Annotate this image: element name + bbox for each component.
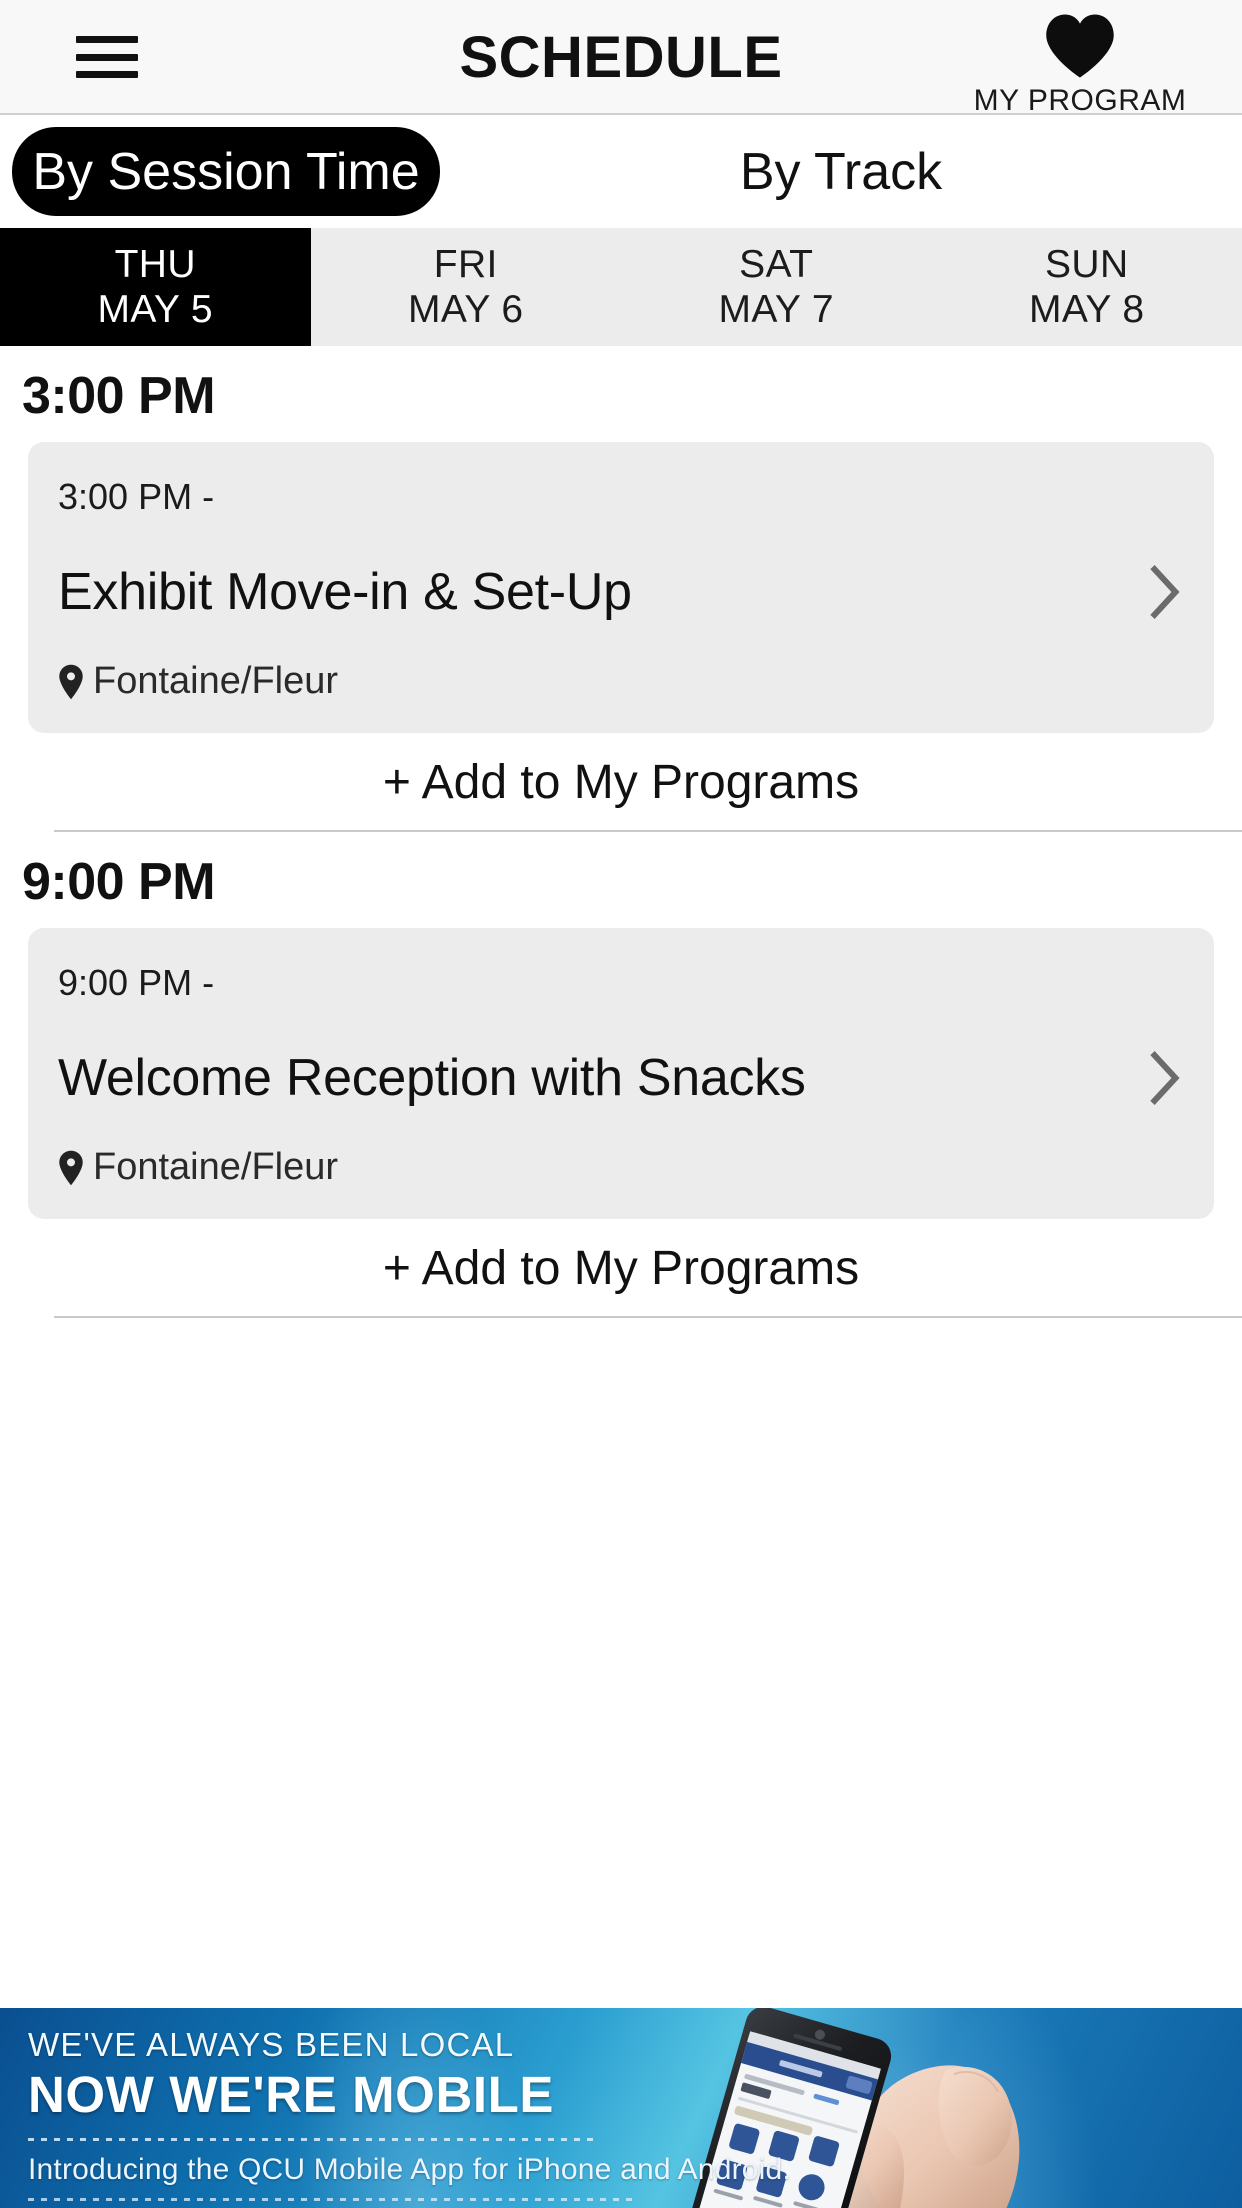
schedule-list: 3:00 PM 3:00 PM - Exhibit Move-in & Set-…: [0, 346, 1242, 1318]
map-pin-icon: [59, 664, 83, 699]
ad-dotted-divider-top: [28, 2138, 598, 2141]
schedule-app-screen: SCHEDULE MY PROGRAM By Session Time By T…: [0, 0, 1242, 2208]
chevron-right-icon: [1150, 1051, 1180, 1105]
session-time-range: 9:00 PM -: [58, 962, 215, 1003]
day-tab-sun-dow: SUN: [1044, 242, 1129, 286]
session-location-row: Fontaine/Fleur: [58, 1146, 1184, 1189]
schedule-group: 9:00 PM 9:00 PM - Welcome Reception with…: [0, 832, 1242, 1318]
day-tab-sat[interactable]: SAT MAY 7: [621, 228, 932, 346]
ad-headline-top: WE'VE ALWAYS BEEN LOCAL: [28, 2026, 515, 2063]
session-card[interactable]: 3:00 PM - Exhibit Move-in & Set-Up Fonta…: [28, 442, 1214, 733]
day-tab-sun-date: MAY 8: [1029, 288, 1145, 331]
add-to-my-programs-label: + Add to My Programs: [382, 756, 860, 809]
session-title-row: Welcome Reception with Snacks: [58, 1048, 1184, 1108]
day-tab-fri-date: MAY 6: [408, 288, 524, 331]
ad-headline-main: NOW WE'RE MOBILE: [28, 2066, 555, 2123]
my-program-button[interactable]: MY PROGRAM: [960, 12, 1200, 118]
day-tab-sat-date: MAY 7: [718, 288, 834, 331]
ad-dotted-divider-bottom: [28, 2198, 638, 2201]
tab-by-session-time[interactable]: By Session Time: [12, 127, 440, 216]
view-toggle-group: By Session Time By Track: [0, 115, 1242, 228]
app-header: SCHEDULE MY PROGRAM: [0, 0, 1242, 118]
ad-banner[interactable]: WE'VE ALWAYS BEEN LOCAL NOW WE'RE MOBILE…: [0, 2008, 1242, 2208]
day-tab-thu[interactable]: THU MAY 5: [0, 228, 311, 346]
day-tab-thu-dow: THU: [114, 242, 196, 286]
day-tab-fri-dow: FRI: [433, 242, 498, 286]
add-to-my-programs-label: + Add to My Programs: [382, 1242, 860, 1295]
ad-text-block: WE'VE ALWAYS BEEN LOCAL NOW WE'RE MOBILE…: [28, 2026, 791, 2201]
heart-icon: [1046, 14, 1114, 78]
schedule-group: 3:00 PM 3:00 PM - Exhibit Move-in & Set-…: [0, 346, 1242, 832]
session-location-text: Fontaine/Fleur: [93, 660, 339, 702]
session-location-row: Fontaine/Fleur: [58, 660, 1184, 703]
tab-by-track-label: By Track: [739, 142, 943, 201]
session-time-range: 3:00 PM -: [58, 476, 215, 517]
tab-by-session-time-label: By Session Time: [32, 142, 420, 201]
chevron-right-icon: [1150, 565, 1180, 619]
time-group-header: 3:00 PM: [22, 367, 216, 425]
ad-subtext: Introducing the QCU Mobile App for iPhon…: [28, 2153, 791, 2186]
day-tab-fri[interactable]: FRI MAY 6: [311, 228, 622, 346]
day-tab-bar: THU MAY 5 FRI MAY 6 SAT MAY 7 SUN MAY 8: [0, 228, 1242, 346]
time-group-header: 9:00 PM: [22, 853, 216, 911]
session-title: Welcome Reception with Snacks: [58, 1049, 806, 1107]
day-tab-sun[interactable]: SUN MAY 8: [932, 228, 1242, 346]
add-to-my-programs-button[interactable]: + Add to My Programs: [0, 733, 1242, 830]
session-location-text: Fontaine/Fleur: [93, 1146, 339, 1188]
my-program-label: MY PROGRAM: [973, 84, 1187, 117]
day-tab-thu-date: MAY 5: [97, 288, 213, 331]
map-pin-icon: [59, 1150, 83, 1185]
day-tab-sat-dow: SAT: [739, 242, 814, 286]
session-title: Exhibit Move-in & Set-Up: [58, 563, 632, 621]
tab-by-track[interactable]: By Track: [440, 142, 1242, 202]
add-to-my-programs-button[interactable]: + Add to My Programs: [0, 1219, 1242, 1316]
session-card[interactable]: 9:00 PM - Welcome Reception with Snacks …: [28, 928, 1214, 1219]
session-title-row: Exhibit Move-in & Set-Up: [58, 562, 1184, 622]
list-divider: [54, 1316, 1242, 1318]
